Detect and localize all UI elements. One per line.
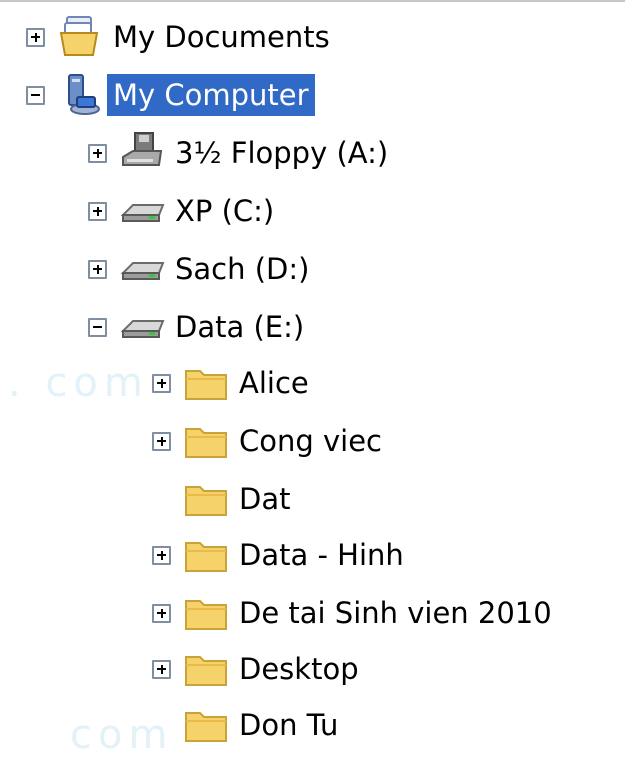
tree-item-label[interactable]: Desktop [233,648,365,690]
expand-plus-icon[interactable] [152,659,171,679]
hard-drive-icon [119,247,165,291]
folder-icon [183,361,229,405]
folder-icon [183,533,229,577]
expand-plus-icon[interactable] [88,143,107,163]
collapse-minus-icon[interactable] [26,85,45,105]
tree-item-my-documents[interactable]: My Documents [26,12,336,62]
tree-item-folder[interactable]: Desktop [152,644,365,694]
my-computer-icon [57,73,103,117]
tree-item-folder[interactable]: Cong viec [152,416,388,466]
tree-item-label[interactable]: 3½ Floppy (A:) [169,132,394,174]
tree-item-folder[interactable]: Alice [152,358,315,408]
hard-drive-icon [119,189,165,233]
folder-icon [183,647,229,691]
expand-plus-icon[interactable] [152,603,171,623]
expander-spacer [152,490,171,509]
expand-plus-icon[interactable] [88,201,107,221]
tree-item-folder[interactable]: Don Tu [152,700,344,750]
my-documents-icon [57,15,103,59]
expand-plus-icon[interactable] [152,431,171,451]
tree-item-folder[interactable]: Data - Hinh [152,530,410,580]
expand-plus-icon[interactable] [88,259,107,279]
collapse-minus-icon[interactable] [88,317,107,337]
folder-icon [183,703,229,747]
tree-item-label[interactable]: De tai Sinh vien 2010 [233,592,558,634]
tree-item-drive-d[interactable]: Sach (D:) [88,244,315,294]
tree-item-drive-c[interactable]: XP (C:) [88,186,280,236]
hard-drive-icon [119,305,165,349]
folder-icon [183,419,229,463]
tree-item-folder[interactable]: Dat [152,474,296,524]
tree-item-label[interactable]: Don Tu [233,704,344,746]
expand-plus-icon[interactable] [26,27,45,47]
folder-icon [183,591,229,635]
tree-item-label[interactable]: My Documents [107,16,336,58]
expand-plus-icon[interactable] [152,545,171,565]
tree-item-label[interactable]: XP (C:) [169,190,280,232]
tree-item-folder[interactable]: De tai Sinh vien 2010 [152,588,558,638]
floppy-drive-icon [119,131,165,175]
top-divider [0,0,625,2]
tree-item-label[interactable]: Data - Hinh [233,534,410,576]
tree-item-floppy[interactable]: 3½ Floppy (A:) [88,128,394,178]
watermark: . com [8,360,149,406]
tree-item-drive-e[interactable]: Data (E:) [88,302,310,352]
tree-item-my-computer[interactable]: My Computer [26,70,315,120]
tree-item-label[interactable]: My Computer [107,74,315,116]
folder-icon [183,477,229,521]
tree-item-label[interactable]: Dat [233,478,296,520]
tree-item-label[interactable]: Alice [233,362,315,404]
tree-item-label[interactable]: Data (E:) [169,306,310,348]
expand-plus-icon[interactable] [152,373,171,393]
tree-item-label[interactable]: Sach (D:) [169,248,315,290]
tree-item-label[interactable]: Cong viec [233,420,388,462]
expander-spacer [152,716,171,735]
